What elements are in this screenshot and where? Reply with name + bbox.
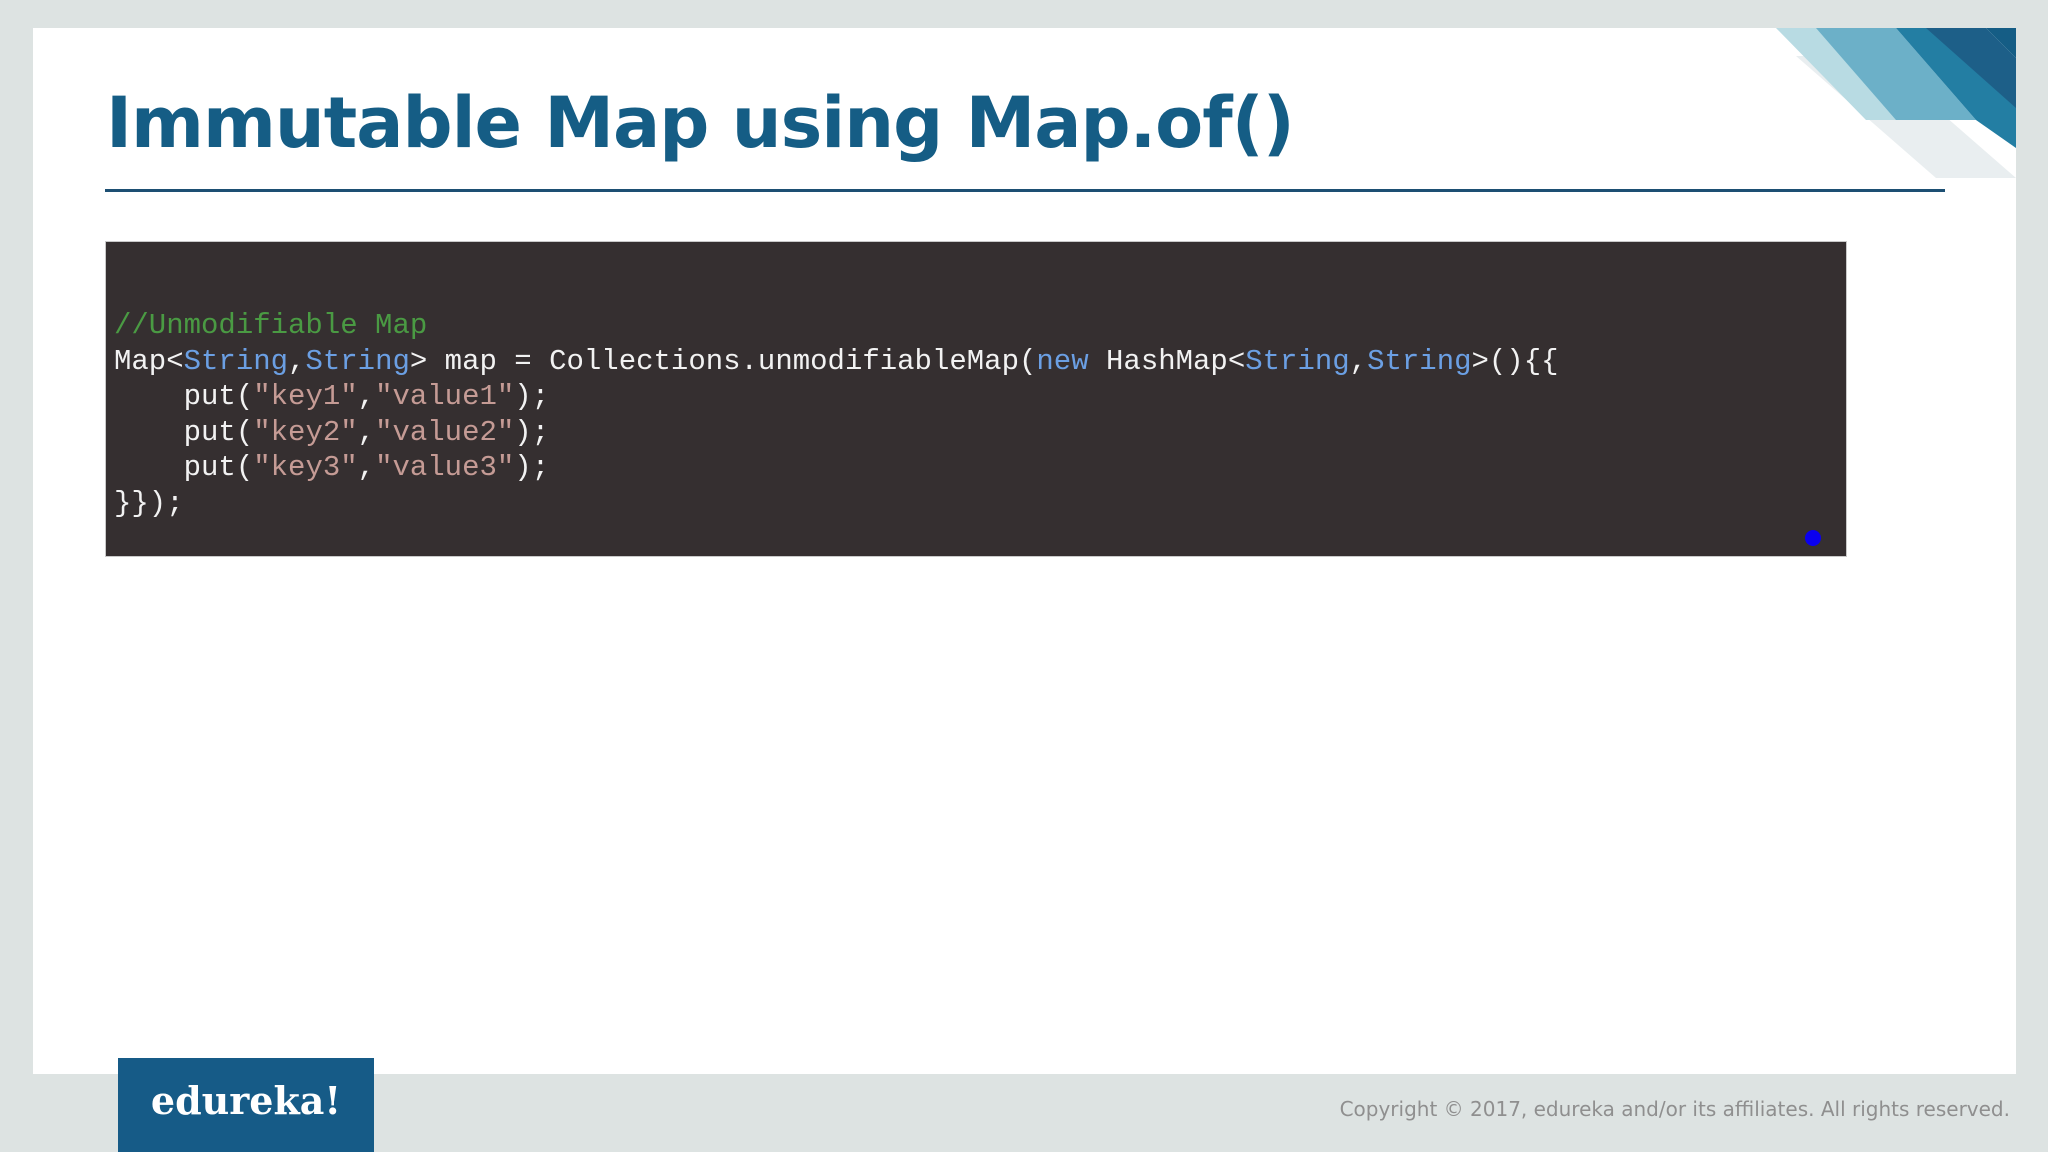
code-token: , bbox=[358, 451, 375, 484]
code-token: "value2" bbox=[375, 416, 514, 449]
slide: Immutable Map using Map.of() //Unmodifia… bbox=[33, 28, 2016, 1074]
code-token: , bbox=[1350, 345, 1367, 378]
code-block[interactable]: //Unmodifiable MapMap<String,String> map… bbox=[105, 241, 1847, 557]
resize-handle[interactable] bbox=[1805, 530, 1821, 546]
code-token: "key2" bbox=[253, 416, 357, 449]
code-token: > map = Collections.unmodifiableMap( bbox=[410, 345, 1037, 378]
code-token: , bbox=[358, 416, 375, 449]
code-token: }}); bbox=[114, 487, 184, 520]
code-line: put("key2","value2"); bbox=[114, 415, 1559, 451]
code-token: String bbox=[1245, 345, 1349, 378]
edureka-logo: edureka! bbox=[118, 1058, 374, 1152]
code-token: "value3" bbox=[375, 451, 514, 484]
code-token: Map< bbox=[114, 345, 184, 378]
code-token: HashMap< bbox=[1089, 345, 1246, 378]
slide-title: Immutable Map using Map.of() bbox=[106, 88, 1294, 158]
code-line: Map<String,String> map = Collections.unm… bbox=[114, 344, 1559, 380]
code-line: }}); bbox=[114, 486, 1559, 522]
code-line: //Unmodifiable Map bbox=[114, 308, 1559, 344]
code-token: ); bbox=[514, 380, 549, 413]
logo-text: edureka! bbox=[118, 1078, 374, 1123]
copyright-notice: Copyright © 2017, edureka and/or its aff… bbox=[1340, 1097, 2010, 1121]
code-token: "key1" bbox=[253, 380, 357, 413]
code-token: "key3" bbox=[253, 451, 357, 484]
code-line: put("key1","value1"); bbox=[114, 379, 1559, 415]
code-token: String bbox=[305, 345, 409, 378]
code-token: String bbox=[1367, 345, 1471, 378]
code-token: >(){{ bbox=[1472, 345, 1559, 378]
code-token: ); bbox=[514, 451, 549, 484]
code-token: , bbox=[288, 345, 305, 378]
corner-decoration bbox=[1776, 28, 2016, 178]
code-token: put( bbox=[114, 451, 253, 484]
code-token: "value1" bbox=[375, 380, 514, 413]
code-token: //Unmodifiable Map bbox=[114, 309, 427, 342]
title-divider bbox=[105, 189, 1945, 192]
code-listing: //Unmodifiable MapMap<String,String> map… bbox=[114, 308, 1559, 521]
code-token: String bbox=[184, 345, 288, 378]
code-token: , bbox=[358, 380, 375, 413]
code-token: ); bbox=[514, 416, 549, 449]
code-line: put("key3","value3"); bbox=[114, 450, 1559, 486]
code-token: put( bbox=[114, 380, 253, 413]
code-token: put( bbox=[114, 416, 253, 449]
code-token: new bbox=[1036, 345, 1088, 378]
